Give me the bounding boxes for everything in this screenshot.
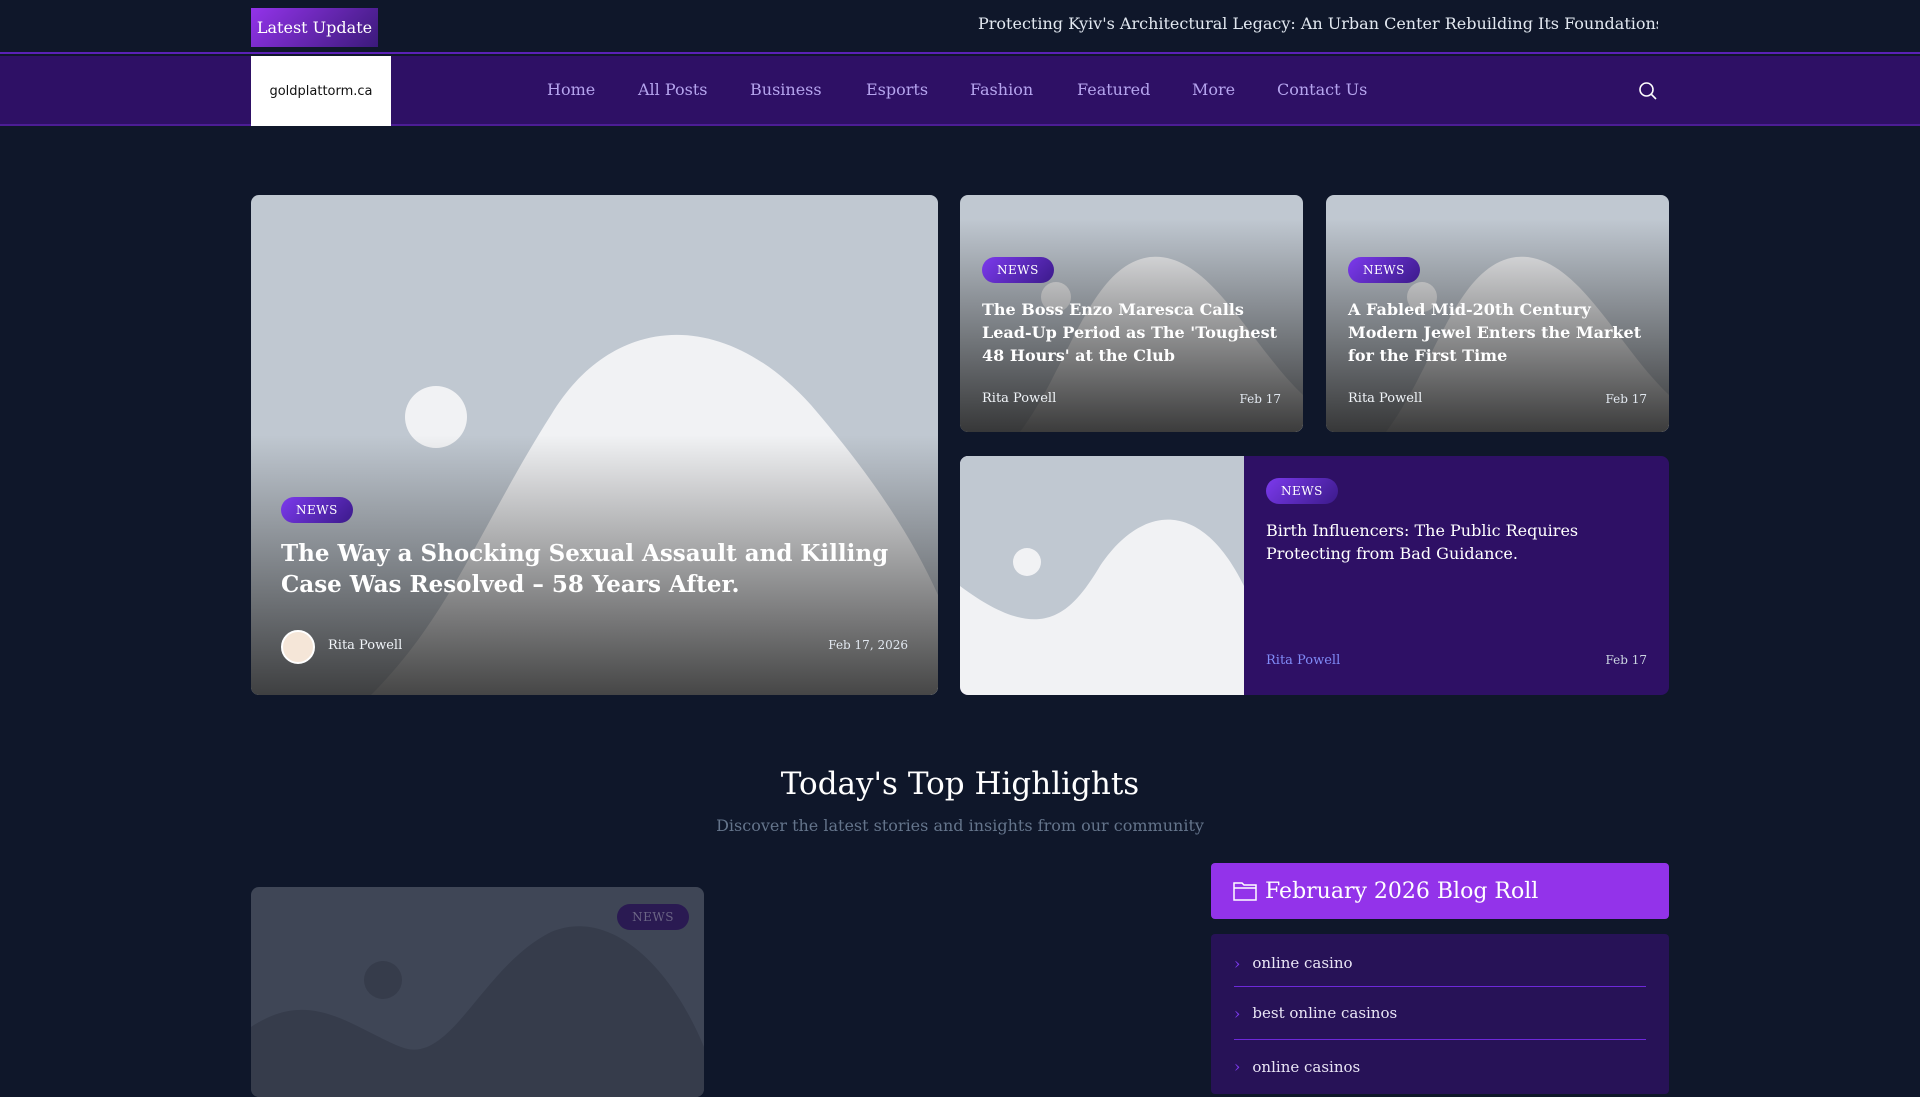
author-name[interactable]: Rita Powell bbox=[328, 638, 402, 653]
nav-home[interactable]: Home bbox=[547, 80, 595, 99]
post-date: Feb 17 bbox=[1605, 653, 1647, 667]
blogroll-link[interactable]: online casino bbox=[1252, 954, 1352, 972]
post-title[interactable]: Birth Influencers: The Public Requires P… bbox=[1266, 519, 1646, 565]
nav-all-posts[interactable]: All Posts bbox=[638, 80, 707, 99]
blogroll-link[interactable]: best online casinos bbox=[1252, 1004, 1397, 1022]
post-title[interactable]: A Fabled Mid-20th Century Modern Jewel E… bbox=[1348, 298, 1653, 367]
chevron-right-icon: › bbox=[1234, 1057, 1241, 1076]
author-name[interactable]: Rita Powell bbox=[982, 391, 1056, 406]
nav-more[interactable]: More bbox=[1192, 80, 1235, 99]
hero-post-card[interactable]: NEWS The Way a Shocking Sexual Assault a… bbox=[251, 195, 938, 695]
wide-post-card[interactable]: NEWS Birth Influencers: The Public Requi… bbox=[960, 456, 1669, 695]
blogroll-list: › online casino › best online casinos › onl… bbox=[1211, 934, 1669, 1094]
latest-update-label: Latest Update bbox=[251, 8, 378, 47]
category-badge[interactable]: NEWS bbox=[982, 257, 1054, 283]
category-badge[interactable]: NEWS bbox=[281, 497, 353, 523]
category-badge[interactable]: NEWS bbox=[1266, 478, 1338, 504]
post-image bbox=[960, 456, 1244, 695]
author-name[interactable]: Rita Powell bbox=[1348, 391, 1422, 406]
post-card[interactable]: NEWS A Fabled Mid-20th Century Modern Je… bbox=[1326, 195, 1669, 432]
highlight-post-card[interactable]: NEWS bbox=[251, 887, 704, 1097]
nav-fashion[interactable]: Fashion bbox=[970, 80, 1033, 99]
nav-contact-us[interactable]: Contact Us bbox=[1277, 80, 1367, 99]
blogroll-item[interactable]: › online casino bbox=[1234, 934, 1646, 987]
blogroll-item[interactable]: › best online casinos bbox=[1234, 987, 1646, 1040]
category-badge[interactable]: NEWS bbox=[1348, 257, 1420, 283]
section-subtitle: Discover the latest stories and insights… bbox=[716, 816, 1204, 835]
post-card[interactable]: NEWS The Boss Enzo Maresca Calls Lead-Up… bbox=[960, 195, 1303, 432]
post-date: Feb 17 bbox=[1605, 392, 1647, 406]
nav-business[interactable]: Business bbox=[750, 80, 822, 99]
chevron-right-icon: › bbox=[1234, 1003, 1241, 1023]
author-avatar bbox=[281, 630, 315, 664]
post-title[interactable]: The Boss Enzo Maresca Calls Lead-Up Peri… bbox=[982, 298, 1282, 367]
blogroll-header: February 2026 Blog Roll bbox=[1211, 863, 1669, 919]
post-date: Feb 17 bbox=[1239, 392, 1281, 406]
nav-featured[interactable]: Featured bbox=[1077, 80, 1150, 99]
hero-title[interactable]: The Way a Shocking Sexual Assault and Ki… bbox=[281, 538, 911, 600]
section-title: Today's Top Highlights bbox=[780, 766, 1140, 802]
author-name[interactable]: Rita Powell bbox=[1266, 653, 1340, 668]
folder-icon bbox=[1233, 881, 1257, 901]
blogroll-item[interactable]: › online casinos bbox=[1234, 1040, 1646, 1093]
site-logo[interactable]: goldplattorm.ca bbox=[251, 56, 391, 126]
chevron-right-icon: › bbox=[1234, 953, 1241, 973]
blogroll-link[interactable]: online casinos bbox=[1252, 1058, 1360, 1076]
blogroll-title: February 2026 Blog Roll bbox=[1265, 878, 1539, 904]
post-date: Feb 17, 2026 bbox=[828, 638, 908, 652]
category-badge[interactable]: NEWS bbox=[617, 904, 689, 930]
news-ticker[interactable]: Protecting Kyiv's Architectural Legacy: … bbox=[978, 14, 1658, 33]
search-icon[interactable] bbox=[1638, 81, 1658, 101]
nav-esports[interactable]: Esports bbox=[866, 80, 928, 99]
